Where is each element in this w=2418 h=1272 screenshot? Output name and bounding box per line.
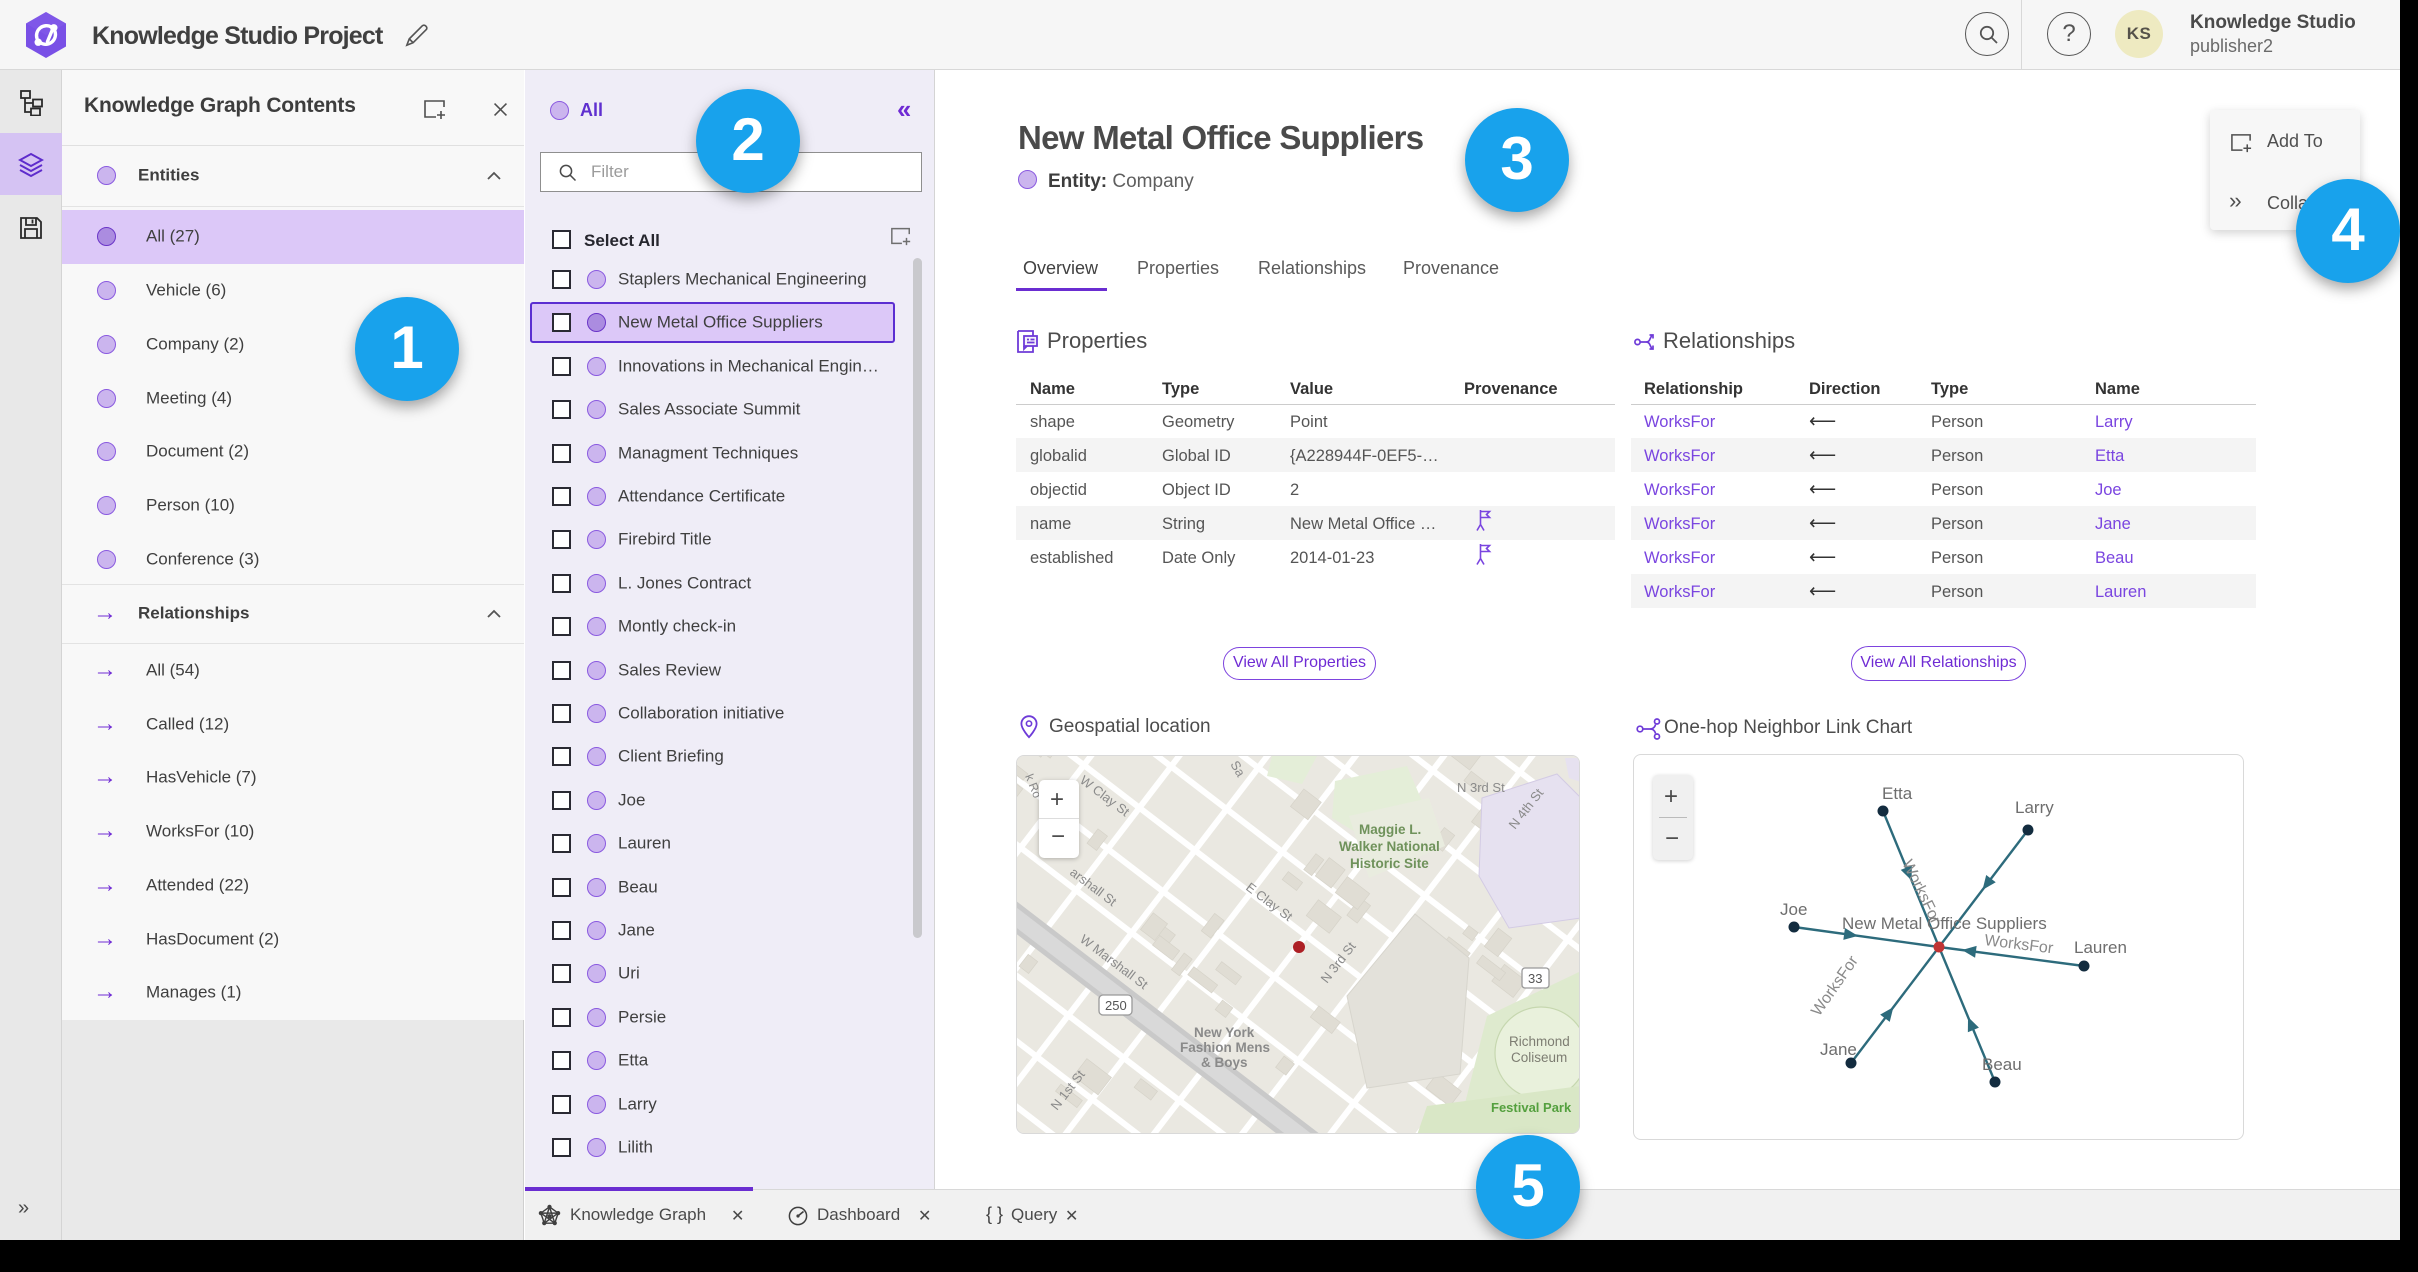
svg-text:Walker National: Walker National [1339,839,1440,854]
svg-text:WorksFor: WorksFor [1808,952,1862,1019]
svg-text:New Metal Office Suppliers: New Metal Office Suppliers [1842,914,2047,933]
svg-text:Larry: Larry [2015,798,2054,817]
svg-text:Etta: Etta [1882,784,1913,803]
svg-text:& Boys: & Boys [1201,1055,1248,1070]
svg-text:Maggie L.: Maggie L. [1359,822,1421,837]
svg-text:Festival Park: Festival Park [1491,1100,1572,1115]
svg-text:Joe: Joe [1780,900,1807,919]
svg-text:Coliseum: Coliseum [1511,1050,1567,1065]
svg-text:250: 250 [1105,998,1127,1013]
svg-text:Beau: Beau [1982,1055,2022,1074]
svg-text:Lauren: Lauren [2074,938,2127,957]
svg-text:Historic Site: Historic Site [1350,856,1429,871]
svg-text:N 3rd St: N 3rd St [1457,780,1505,795]
svg-text:33: 33 [1528,971,1542,986]
svg-text:Fashion Mens: Fashion Mens [1180,1040,1270,1055]
svg-text:Richmond: Richmond [1509,1034,1570,1049]
svg-text:Jane: Jane [1820,1040,1857,1059]
svg-text:New York: New York [1194,1025,1255,1040]
